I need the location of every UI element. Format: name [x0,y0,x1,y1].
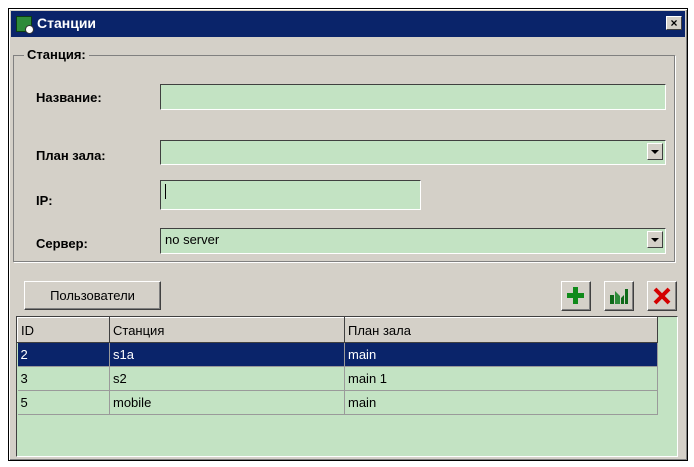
ip-label: IP: [36,193,53,208]
column-header-hall-plan[interactable]: План зала [344,317,658,343]
close-button[interactable]: × [666,16,682,30]
server-selected-value: no server [165,232,220,247]
table-row[interactable]: 2 s1a main [17,342,658,367]
cell-hall-plan: main 1 [344,366,658,391]
users-button[interactable]: Пользователи [24,281,161,310]
hall-plan-label: План зала: [36,148,106,163]
name-field[interactable] [160,84,666,110]
chevron-down-icon[interactable] [647,143,663,160]
cell-station: s1a [109,342,345,367]
table-row[interactable]: 5 mobile main [17,390,658,415]
cell-id: 5 [17,390,110,415]
chevron-down-icon[interactable] [647,231,663,248]
edit-icon [610,289,628,304]
add-button[interactable] [561,281,591,311]
cell-hall-plan: main [344,390,658,415]
app-window-icon [16,16,34,34]
table-row[interactable]: 3 s2 main 1 [17,366,658,391]
plus-icon [567,287,584,304]
window-title: Станции [37,15,97,31]
delete-button[interactable] [647,281,677,311]
table-header-row: ID Станция План зала [17,317,658,343]
edit-button[interactable] [604,281,634,311]
cell-id: 3 [17,366,110,391]
server-label: Сервер: [36,236,88,251]
station-group-label: Станция: [24,47,89,62]
ip-field[interactable] [160,180,421,210]
hall-plan-select[interactable] [160,140,666,165]
stations-table[interactable]: ID Станция План зала 2 s1a main 3 s2 mai… [16,316,678,457]
column-header-id[interactable]: ID [17,317,110,343]
column-header-station[interactable]: Станция [109,317,345,343]
cell-id: 2 [17,342,110,367]
server-select[interactable]: no server [160,228,666,254]
text-cursor [165,184,166,199]
title-bar[interactable]: Станции × [11,11,685,37]
delete-x-icon [653,287,671,305]
cell-hall-plan: main [344,342,658,367]
cell-station: s2 [109,366,345,391]
cell-station: mobile [109,390,345,415]
name-label: Название: [36,90,102,105]
